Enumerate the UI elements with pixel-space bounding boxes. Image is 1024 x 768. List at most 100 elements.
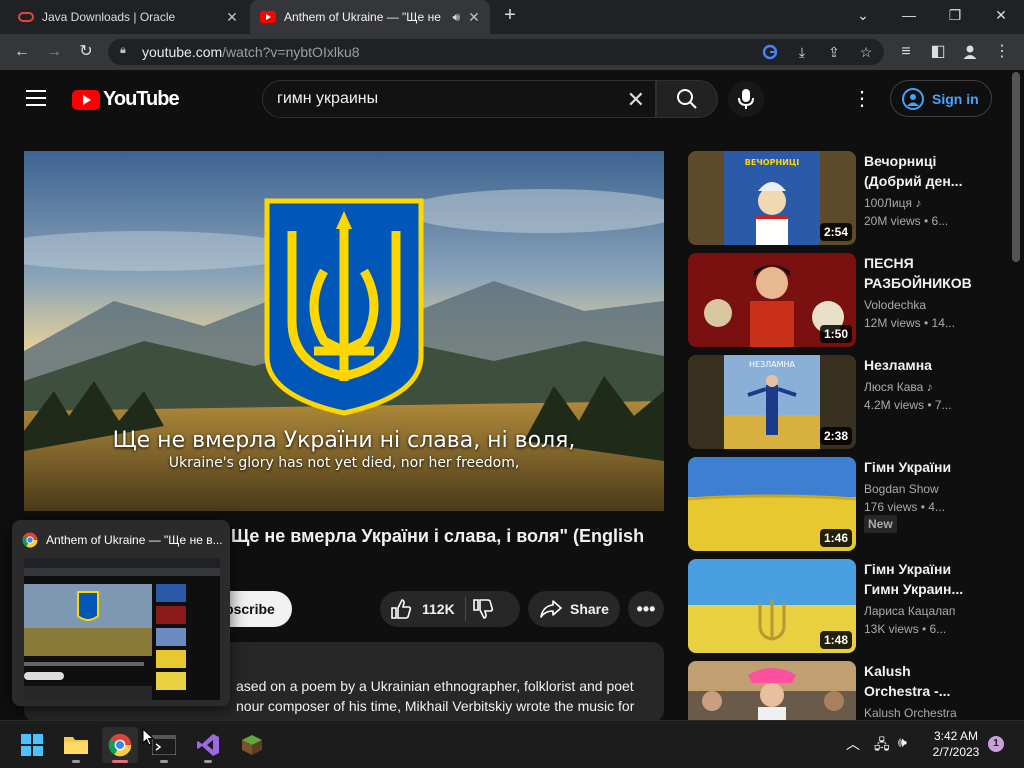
file-explorer-button[interactable] xyxy=(58,727,94,763)
video-meta: 13K views • 6... xyxy=(864,622,947,636)
close-tab-icon[interactable]: ✕ xyxy=(222,9,242,26)
search-input[interactable] xyxy=(277,89,607,109)
video-duration: 1:46 xyxy=(819,529,852,547)
new-tab-button[interactable]: + xyxy=(498,4,522,28)
close-tab-icon[interactable]: ✕ xyxy=(464,9,484,26)
recommendation-title[interactable]: Гімн України Гимн Украин... xyxy=(864,559,974,599)
search-box: ✕ xyxy=(262,80,656,118)
video-thumbnail[interactable]: 1:46 xyxy=(688,457,856,551)
tab-title: Anthem of Ukraine — "Ще не xyxy=(284,10,441,24)
audio-playing-icon[interactable]: 🔊︎ xyxy=(452,10,460,25)
search-button[interactable] xyxy=(656,80,718,118)
video-meta: 4.2M views • 7... xyxy=(864,398,952,412)
channel-name: Люся Кава xyxy=(864,380,924,394)
network-icon[interactable]: 🖧︎ xyxy=(874,734,890,758)
channel-name[interactable]: Kalush Orchestra xyxy=(864,706,957,720)
lock-icon: 🔒︎ xyxy=(120,44,126,56)
recommendation-item[interactable]: НЕЗЛАМНА 2:38 Незламна Люся Кава ♪ 4.2M … xyxy=(688,355,988,449)
recommendation-item[interactable]: 1:48 Гімн України Гимн Украин... Лариса … xyxy=(688,559,988,653)
recommendation-item[interactable]: ВЕЧОРНИЦІ 2:54 Вечорниці (Добрий ден... … xyxy=(688,151,988,245)
thumbnail-text: НЕЗЛАМНА xyxy=(749,360,796,369)
tab-search-chevron-icon[interactable]: ⌄ xyxy=(848,4,878,28)
video-thumbnail[interactable]: 1:50 xyxy=(688,253,856,347)
google-lens-icon[interactable] xyxy=(758,40,782,64)
channel-name[interactable]: Лариса Кацалап xyxy=(864,604,955,618)
recommendation-item[interactable]: 1:50 ПЕСНЯ РАЗБОЙНИКОВ Volodechka 12M vi… xyxy=(688,253,988,347)
minimize-button[interactable]: — xyxy=(894,4,924,28)
reload-icon[interactable]: ↻ xyxy=(74,40,98,64)
bookmark-star-icon[interactable]: ☆ xyxy=(854,40,878,64)
sign-in-button[interactable]: Sign in xyxy=(890,80,992,117)
ukraine-coat-of-arms-icon xyxy=(264,198,424,416)
recommendation-title[interactable]: ПЕСНЯ РАЗБОЙНИКОВ xyxy=(864,253,974,293)
share-page-icon[interactable]: ⇪ xyxy=(822,40,846,64)
like-divider xyxy=(464,597,466,621)
video-thumbnail[interactable]: 1:48 xyxy=(688,559,856,653)
youtube-favicon-icon xyxy=(260,9,276,25)
visual-studio-button[interactable] xyxy=(190,727,226,763)
minecraft-button[interactable] xyxy=(234,727,270,763)
notification-badge[interactable]: 1 xyxy=(988,736,1004,752)
youtube-play-logo-icon xyxy=(72,89,100,110)
dislike-button[interactable] xyxy=(472,598,494,620)
running-indicator xyxy=(204,760,212,763)
video-thumbnail[interactable]: ВЕЧОРНИЦІ 2:54 xyxy=(688,151,856,245)
like-button[interactable]: 112K xyxy=(380,598,455,620)
chrome-taskbar-button[interactable] xyxy=(102,727,138,763)
address-bar[interactable]: 🔒︎ youtube.com/watch?v=nybtOIxlku8 ⤓ ⇪ ☆ xyxy=(108,39,884,65)
recommendation-item[interactable]: 1:46 Гімн України Bogdan Show 176 views … xyxy=(688,457,988,551)
chrome-icon xyxy=(22,532,38,548)
music-note-icon: ♪ xyxy=(915,196,922,210)
clock-time: 3:42 AM xyxy=(933,729,979,743)
tab-java-downloads[interactable]: Java Downloads | Oracle ✕ xyxy=(8,0,248,34)
channel-name[interactable]: Bogdan Show xyxy=(864,482,939,496)
recommendation-item[interactable]: Kalush Orchestra -... Kalush Orchestra xyxy=(688,661,988,721)
restore-button[interactable]: ❐ xyxy=(940,4,970,28)
more-actions-icon[interactable]: ••• xyxy=(628,591,664,627)
video-duration: 2:54 xyxy=(819,223,852,241)
chrome-menu-icon[interactable]: ⋮ xyxy=(990,40,1014,64)
install-app-icon[interactable]: ⤓ xyxy=(790,40,814,64)
back-arrow-icon[interactable]: ← xyxy=(10,40,34,64)
like-count: 112K xyxy=(422,601,455,617)
hamburger-menu-icon[interactable] xyxy=(26,90,46,111)
forward-arrow-icon[interactable]: → xyxy=(42,40,66,64)
system-clock[interactable]: 3:42 AM 2/7/2023 xyxy=(930,728,982,760)
youtube-logo[interactable]: YouTube xyxy=(72,88,180,111)
folder-icon xyxy=(64,737,88,754)
url-text[interactable]: youtube.com/watch?v=nybtOIxlku8 xyxy=(142,44,360,60)
thumbs-down-icon xyxy=(472,599,493,619)
close-window-button[interactable]: ✕ xyxy=(986,4,1016,28)
show-hidden-icons-chevron-icon[interactable]: ︿ xyxy=(846,734,860,754)
recommendation-title[interactable]: Гімн України xyxy=(864,457,974,477)
active-indicator xyxy=(112,760,128,763)
browser-tab-strip: Java Downloads | Oracle ✕ Anthem of Ukra… xyxy=(0,0,1024,34)
grass-block-icon xyxy=(242,735,262,755)
video-title: Ще не вмерла України і слава, і воля" (E… xyxy=(231,526,645,546)
microphone-icon xyxy=(738,89,754,109)
user-avatar-icon xyxy=(902,87,924,110)
video-thumbnail[interactable] xyxy=(688,661,856,721)
recommendation-title[interactable]: Вечорниці (Добрий ден... xyxy=(864,151,974,191)
page-scrollbar[interactable] xyxy=(1012,72,1020,262)
start-button[interactable] xyxy=(14,727,50,763)
recommendation-title[interactable]: Kalush Orchestra -... xyxy=(864,661,974,701)
share-button[interactable]: Share xyxy=(528,591,620,627)
media-controls-icon[interactable]: ≡ xyxy=(894,40,918,64)
search-icon xyxy=(677,89,697,109)
video-meta: 20M views • 6... xyxy=(864,214,949,228)
video-thumbnail[interactable]: НЕЗЛАМНА 2:38 xyxy=(688,355,856,449)
clear-search-icon[interactable]: ✕ xyxy=(627,87,645,113)
volume-icon[interactable]: 🕪︎ xyxy=(898,734,907,751)
recommendation-title[interactable]: Незламна xyxy=(864,355,974,375)
settings-menu-icon[interactable]: ⋮ xyxy=(852,86,872,112)
profile-icon[interactable] xyxy=(958,40,982,64)
tab-anthem-of-ukraine[interactable]: Anthem of Ukraine — "Ще не 🔊︎ ✕ xyxy=(250,0,490,34)
side-panel-icon[interactable]: ◧ xyxy=(926,40,950,64)
lyric-line: Ще не вмерла України ні слава, ні воля, xyxy=(112,428,576,453)
video-duration: 2:38 xyxy=(819,427,852,445)
lyric-translation: Ukraine's glory has not yet died, nor he… xyxy=(168,455,520,471)
voice-search-button[interactable] xyxy=(728,81,764,117)
taskbar-window-preview[interactable]: Anthem of Ukraine — "Ще не в... xyxy=(12,520,230,706)
channel-name[interactable]: Volodechka xyxy=(864,298,926,312)
